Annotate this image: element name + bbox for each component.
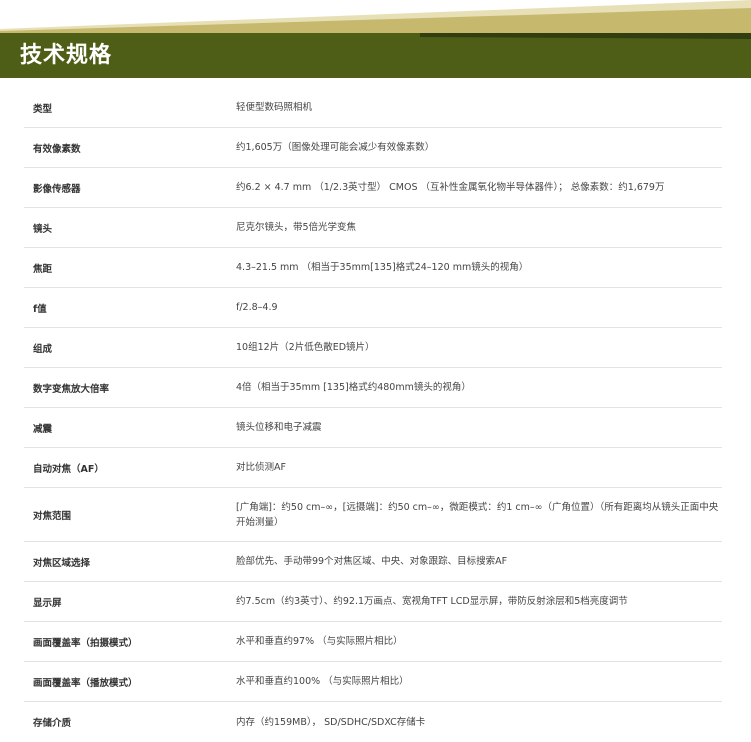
spec-label: 减震 (33, 423, 53, 435)
spec-label: 有效像素数 (33, 143, 81, 155)
spec-value: 约1,605万（图像处理可能会减少有效像素数） (236, 142, 435, 153)
banner-stripe-gold (0, 8, 751, 33)
banner-background (0, 0, 751, 78)
spec-value: 轻便型数码照相机 (236, 102, 313, 113)
banner-bar (0, 33, 751, 78)
spec-value: 尼克尔镜头，带5倍光学变焦 (236, 222, 357, 233)
spec-value: 脸部优先、手动带99个对焦区域、中央、对象跟踪、目标搜索AF (236, 556, 508, 567)
spec-label: 镜头 (33, 223, 53, 235)
spec-label: 类型 (33, 103, 53, 115)
spec-label: 焦距 (33, 263, 53, 275)
spec-row-monitor: 显示屏 约7.5cm（约3英寸）、约92.1万画点、宽视角TFT LCD显示屏，… (24, 582, 722, 622)
spec-row-frame-coverage-shooting: 画面覆盖率（拍摄模式） 水平和垂直约97% （与实际照片相比） (24, 622, 722, 662)
spec-row-autofocus: 自动对焦（AF） 对比侦测AF (24, 448, 722, 488)
spec-label: 组成 (33, 343, 53, 355)
spec-row-storage-media: 存储介质 内存（约159MB）， SD/SDHC/SDXC存储卡 (24, 702, 722, 742)
spec-value: 4倍（相当于35mm [135]格式约480mm镜头的视角） (236, 382, 471, 393)
spec-label: 对焦区域选择 (33, 557, 91, 569)
spec-value: 约7.5cm（约3英寸）、约92.1万画点、宽视角TFT LCD显示屏，带防反射… (236, 596, 628, 607)
spec-row-digital-zoom: 数字变焦放大倍率 4倍（相当于35mm [135]格式约480mm镜头的视角） (24, 368, 722, 408)
spec-row-construction: 组成 10组12片（2片低色散ED镜片） (24, 328, 722, 368)
spec-value: 对比侦测AF (236, 462, 286, 473)
spec-value: 水平和垂直约97% （与实际照片相比） (236, 636, 403, 647)
page-title: 技术规格 (20, 43, 113, 68)
spec-row-effective-pixels: 有效像素数 约1,605万（图像处理可能会减少有效像素数） (24, 128, 722, 168)
spec-row-focal-length: 焦距 4.3–21.5 mm （相当于35mm[135]格式24–120 mm镜… (24, 248, 722, 288)
spec-value: 水平和垂直约100% （与实际照片相比） (236, 676, 409, 687)
spec-row-type: 类型 轻便型数码照相机 (24, 88, 722, 128)
header-banner: 技术规格 (0, 0, 751, 78)
spec-row-focus-area: 对焦区域选择 脸部优先、手动带99个对焦区域、中央、对象跟踪、目标搜索AF (24, 542, 722, 582)
spec-label: f值 (33, 303, 47, 315)
spec-label: 数字变焦放大倍率 (33, 383, 110, 395)
spec-label: 画面覆盖率（拍摄模式） (33, 637, 138, 649)
spec-value: 约6.2 × 4.7 mm （1/2.3英寸型） CMOS （互补性金属氧化物半… (236, 182, 665, 193)
spec-label: 影像传感器 (33, 183, 81, 195)
spec-value: 内存（约159MB）， SD/SDHC/SDXC存储卡 (236, 716, 426, 728)
spec-label: 显示屏 (33, 597, 62, 609)
spec-row-vibration-reduction: 减震 镜头位移和电子减震 (24, 408, 722, 448)
spec-label: 对焦范围 (33, 510, 72, 522)
spec-label: 画面覆盖率（播放模式） (33, 677, 138, 689)
spec-row-lens: 镜头 尼克尔镜头，带5倍光学变焦 (24, 208, 722, 248)
spec-value: 10组12片（2片低色散ED镜片） (236, 342, 375, 353)
spec-row-frame-coverage-playback: 画面覆盖率（播放模式） 水平和垂直约100% （与实际照片相比） (24, 662, 722, 702)
spec-row-focus-range: 对焦范围 [广角端]：约50 cm–∞，[远摄端]：约50 cm–∞，微距模式：… (24, 488, 722, 542)
spec-value: [广角端]：约50 cm–∞，[远摄端]：约50 cm–∞，微距模式：约1 cm… (236, 501, 719, 528)
spec-row-image-sensor: 影像传感器 约6.2 × 4.7 mm （1/2.3英寸型） CMOS （互补性… (24, 168, 722, 208)
spec-table: 类型 轻便型数码照相机 有效像素数 约1,605万（图像处理可能会减少有效像素数… (24, 88, 722, 742)
spec-row-f-number: f值 f/2.8–4.9 (24, 288, 722, 328)
spec-value: f/2.8–4.9 (236, 302, 278, 313)
spec-label: 存储介质 (33, 718, 72, 729)
spec-value: 镜头位移和电子减震 (236, 422, 322, 433)
spec-value: 4.3–21.5 mm （相当于35mm[135]格式24–120 mm镜头的视… (236, 262, 529, 273)
spec-label: 自动对焦（AF） (33, 463, 104, 475)
